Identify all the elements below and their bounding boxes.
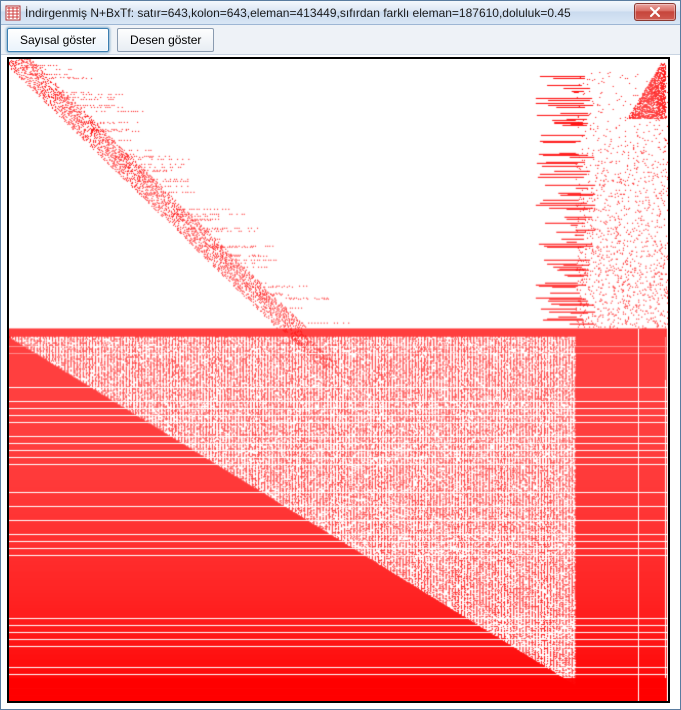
app-icon bbox=[5, 5, 21, 21]
close-button[interactable] bbox=[634, 3, 676, 21]
matrix-spy-plot bbox=[9, 59, 668, 701]
plot-frame bbox=[7, 57, 670, 703]
window-title: İndirgenmiş N+BxTf: satır=643,kolon=643,… bbox=[25, 6, 571, 20]
close-icon bbox=[649, 7, 661, 17]
titlebar: İndirgenmiş N+BxTf: satır=643,kolon=643,… bbox=[1, 1, 680, 25]
numeric-show-button[interactable]: Sayısal göster bbox=[7, 28, 109, 52]
app-window: İndirgenmiş N+BxTf: satır=643,kolon=643,… bbox=[0, 0, 681, 710]
toolbar: Sayısal göster Desen göster bbox=[1, 25, 680, 55]
pattern-show-button[interactable]: Desen göster bbox=[117, 28, 214, 52]
canvas-area bbox=[1, 55, 680, 709]
